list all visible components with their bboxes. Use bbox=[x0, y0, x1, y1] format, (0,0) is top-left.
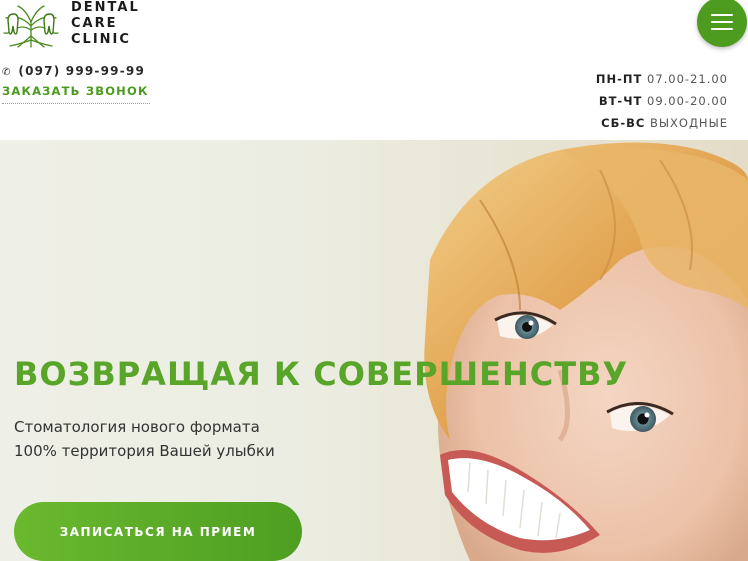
tree-teeth-icon bbox=[3, 5, 59, 48]
hours-time: 09.00-20.00 bbox=[647, 94, 728, 108]
logo-wordmark: DENTAL CARE CLINIC bbox=[71, 0, 140, 48]
hours-row-weekend: СБ-ВС ВЫХОДНЫЕ bbox=[596, 112, 728, 134]
hours-time: ВЫХОДНЫЕ bbox=[649, 116, 728, 130]
opening-hours: ПН-ПТ 07.00-21.00 ВТ-ЧТ 09.00-20.00 СБ-В… bbox=[596, 68, 728, 134]
hero-subtitle-line-2: 100% территория Вашей улыбки bbox=[14, 442, 275, 460]
phone-text: (097) 999-99-99 bbox=[18, 64, 145, 78]
logo-line-1: DENTAL bbox=[71, 0, 140, 15]
hours-days: ВТ-ЧТ bbox=[598, 94, 643, 108]
menu-button[interactable] bbox=[697, 0, 747, 47]
hours-row-weekdays: ПН-ПТ 07.00-21.00 bbox=[596, 68, 728, 90]
phone-number[interactable]: ✆ (097) 999-99-99 bbox=[2, 64, 145, 78]
phone-icon: ✆ bbox=[2, 67, 12, 78]
hamburger-icon bbox=[711, 14, 733, 16]
hamburger-icon bbox=[711, 21, 733, 23]
clinic-logo[interactable]: DENTAL CARE CLINIC bbox=[0, 0, 150, 50]
smiling-woman-photo bbox=[424, 142, 748, 561]
book-appointment-button[interactable]: ЗАПИСАТЬСЯ НА ПРИЕМ bbox=[14, 502, 302, 561]
hero-subtitle-line-1: Стоматология нового формата bbox=[14, 418, 260, 436]
hours-row-midweek: ВТ-ЧТ 09.00-20.00 bbox=[596, 90, 728, 112]
hours-time: 07.00-21.00 bbox=[647, 72, 728, 86]
hero-banner: ВОЗВРАЩАЯ К СОВЕРШЕНСТВУ Стоматология но… bbox=[0, 140, 748, 561]
hours-days: СБ-ВС bbox=[601, 116, 646, 130]
site-header: DENTAL CARE CLINIC ✆ (097) 999-99-99 ЗАК… bbox=[0, 0, 748, 140]
request-callback-link[interactable]: ЗАКАЗАТЬ ЗВОНОК bbox=[2, 84, 150, 104]
hamburger-icon bbox=[711, 28, 733, 30]
logo-line-3: CLINIC bbox=[71, 32, 131, 47]
hero-subtitle: Стоматология нового формата 100% террито… bbox=[14, 415, 275, 463]
hours-days: ПН-ПТ bbox=[595, 72, 643, 86]
logo-line-2: CARE bbox=[71, 16, 118, 31]
hero-title: ВОЗВРАЩАЯ К СОВЕРШЕНСТВУ bbox=[14, 355, 629, 393]
